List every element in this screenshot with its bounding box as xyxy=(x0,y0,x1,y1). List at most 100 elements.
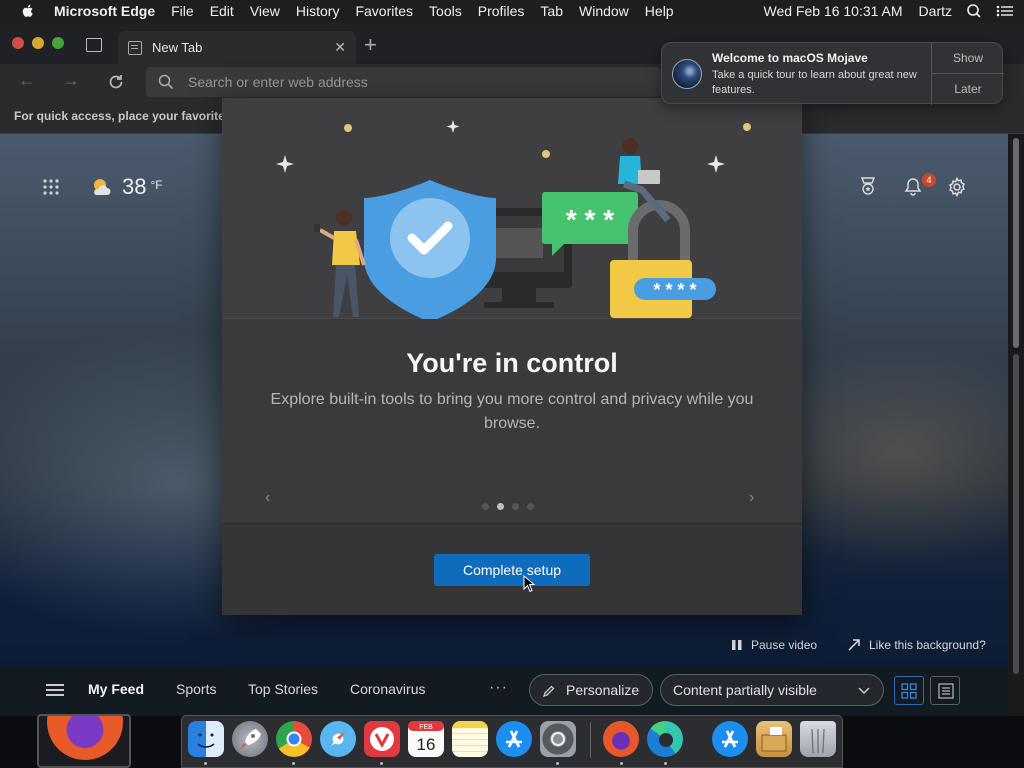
feed-tab-top-stories[interactable]: Top Stories xyxy=(248,681,318,697)
menu-favorites[interactable]: Favorites xyxy=(347,3,421,19)
system-preferences-icon[interactable] xyxy=(540,721,576,757)
dock-separator xyxy=(590,722,591,758)
calendar-face: FEB 16 xyxy=(408,721,444,754)
firefox-window-thumbnail[interactable] xyxy=(37,714,131,768)
calendar-icon[interactable]: FEB 16 xyxy=(408,721,444,757)
list-layout-button[interactable] xyxy=(930,676,960,705)
menu-tab[interactable]: Tab xyxy=(532,3,571,19)
menu-tools[interactable]: Tools xyxy=(421,3,470,19)
personalize-button[interactable]: Personalize xyxy=(529,674,653,706)
macos-notification[interactable]: Welcome to macOS Mojave Take a quick tou… xyxy=(661,42,1004,105)
menu-help[interactable]: Help xyxy=(637,3,682,19)
chrome-icon[interactable] xyxy=(276,721,312,757)
expand-arrow-icon xyxy=(848,639,860,651)
notification-later-button[interactable]: Later xyxy=(932,74,1004,105)
weather-widget[interactable]: 38 °F xyxy=(90,174,163,200)
feed-tab-my-feed[interactable]: My Feed xyxy=(88,681,144,697)
carousel-dot[interactable] xyxy=(482,503,489,510)
weather-unit: °F xyxy=(150,178,163,192)
firefox-running-indicator xyxy=(620,762,623,765)
chevron-down-icon xyxy=(858,687,870,695)
menubar-clock[interactable]: Wed Feb 16 10:31 AM xyxy=(755,3,910,19)
menu-app-name[interactable]: Microsoft Edge xyxy=(48,3,163,19)
carousel-next-chevron-icon[interactable]: › xyxy=(749,489,754,507)
page-settings-gear-icon[interactable] xyxy=(946,176,968,198)
system-preferences-running-indicator xyxy=(556,762,559,765)
favorites-bar-hint: For quick access, place your favorite xyxy=(14,109,225,123)
menu-edit[interactable]: Edit xyxy=(202,3,242,19)
carousel-prev-chevron-icon[interactable]: ‹ xyxy=(265,489,270,507)
notifications-bell-icon[interactable] xyxy=(903,176,923,198)
like-background-button[interactable]: Like this background? xyxy=(847,638,986,652)
personalize-label: Personalize xyxy=(566,682,640,698)
notification-show-button[interactable]: Show xyxy=(932,43,1004,74)
page-scrollbar[interactable] xyxy=(1008,134,1024,716)
feed-tab-coronavirus[interactable]: Coronavirus xyxy=(350,681,425,697)
complete-setup-button[interactable]: Complete setup xyxy=(434,554,590,586)
pause-icon xyxy=(732,640,742,650)
notification-center-icon[interactable] xyxy=(990,3,1024,19)
address-bar[interactable]: Search or enter web address xyxy=(146,67,661,97)
setup-dialog-description: Explore built-in tools to bring you more… xyxy=(270,391,754,432)
menu-profiles[interactable]: Profiles xyxy=(470,3,533,19)
scrollbar-track-overlay xyxy=(1013,354,1019,674)
svg-text:FEB: FEB xyxy=(419,724,433,731)
finder-icon[interactable] xyxy=(188,721,224,757)
svg-text:16: 16 xyxy=(417,735,436,754)
weather-temperature: 38 xyxy=(122,174,147,199)
carousel-dot[interactable] xyxy=(512,503,519,510)
menu-file[interactable]: File xyxy=(163,3,202,19)
menu-window[interactable]: Window xyxy=(571,3,637,19)
search-icon xyxy=(158,74,174,90)
app-store-icon[interactable] xyxy=(496,721,532,757)
rewards-icon[interactable] xyxy=(858,176,878,198)
feed-tab-sports[interactable]: Sports xyxy=(176,681,216,697)
carousel-pagination xyxy=(482,503,534,510)
list-layout-icon xyxy=(938,683,954,699)
grid-layout-button[interactable] xyxy=(894,676,924,705)
window-minimize-button[interactable] xyxy=(32,37,44,49)
setup-dialog-title: You're in control xyxy=(406,348,618,378)
edge-icon[interactable] xyxy=(647,721,683,757)
app-store-downloads-icon[interactable] xyxy=(712,721,748,757)
pause-video-button[interactable]: Pause video xyxy=(731,638,817,652)
refresh-button[interactable] xyxy=(106,72,126,92)
vivaldi-icon[interactable] xyxy=(364,721,400,757)
menu-history[interactable]: History xyxy=(288,3,348,19)
tab-close-icon[interactable]: ✕ xyxy=(334,39,346,56)
new-tab-favicon-icon xyxy=(128,40,142,55)
trash-icon[interactable] xyxy=(800,721,836,757)
scrollbar-thumb[interactable] xyxy=(1013,138,1019,348)
spotlight-icon[interactable] xyxy=(960,3,990,19)
firefox-logo-icon xyxy=(47,716,123,760)
forward-button[interactable]: → xyxy=(62,70,80,91)
app-launcher-icon[interactable] xyxy=(42,178,60,196)
pencil-icon xyxy=(542,685,555,698)
new-tab-button[interactable]: + xyxy=(364,33,377,57)
launchpad-icon[interactable] xyxy=(232,721,268,757)
notes-icon[interactable] xyxy=(452,721,488,757)
notification-actions: Show Later xyxy=(931,43,1004,105)
back-button[interactable]: ← xyxy=(18,70,36,91)
content-visibility-value: Content partially visible xyxy=(673,682,817,698)
archive-utility-icon[interactable] xyxy=(756,721,792,757)
tab-actions-menu-icon[interactable] xyxy=(86,38,102,52)
content-visibility-dropdown[interactable]: Content partially visible xyxy=(660,674,884,706)
edge-running-indicator xyxy=(664,762,667,765)
chat-bubble-text: * * * xyxy=(566,204,614,235)
firefox-icon[interactable] xyxy=(603,721,639,757)
carousel-dot[interactable] xyxy=(527,503,534,510)
feed-menu-icon[interactable] xyxy=(46,684,64,696)
menu-view[interactable]: View xyxy=(242,3,288,19)
safari-icon[interactable] xyxy=(320,721,356,757)
window-close-button[interactable] xyxy=(12,37,24,49)
apple-menu-icon[interactable] xyxy=(20,3,36,19)
tab-title: New Tab xyxy=(152,40,203,55)
address-placeholder: Search or enter web address xyxy=(188,74,368,90)
window-zoom-button[interactable] xyxy=(52,37,64,49)
carousel-dot-active[interactable] xyxy=(497,503,504,510)
tab-new-tab[interactable]: New Tab ✕ xyxy=(118,31,356,64)
vivaldi-running-indicator xyxy=(380,762,383,765)
menubar-user[interactable]: Dartz xyxy=(911,3,960,19)
feed-more-button[interactable]: ··· xyxy=(489,679,508,697)
